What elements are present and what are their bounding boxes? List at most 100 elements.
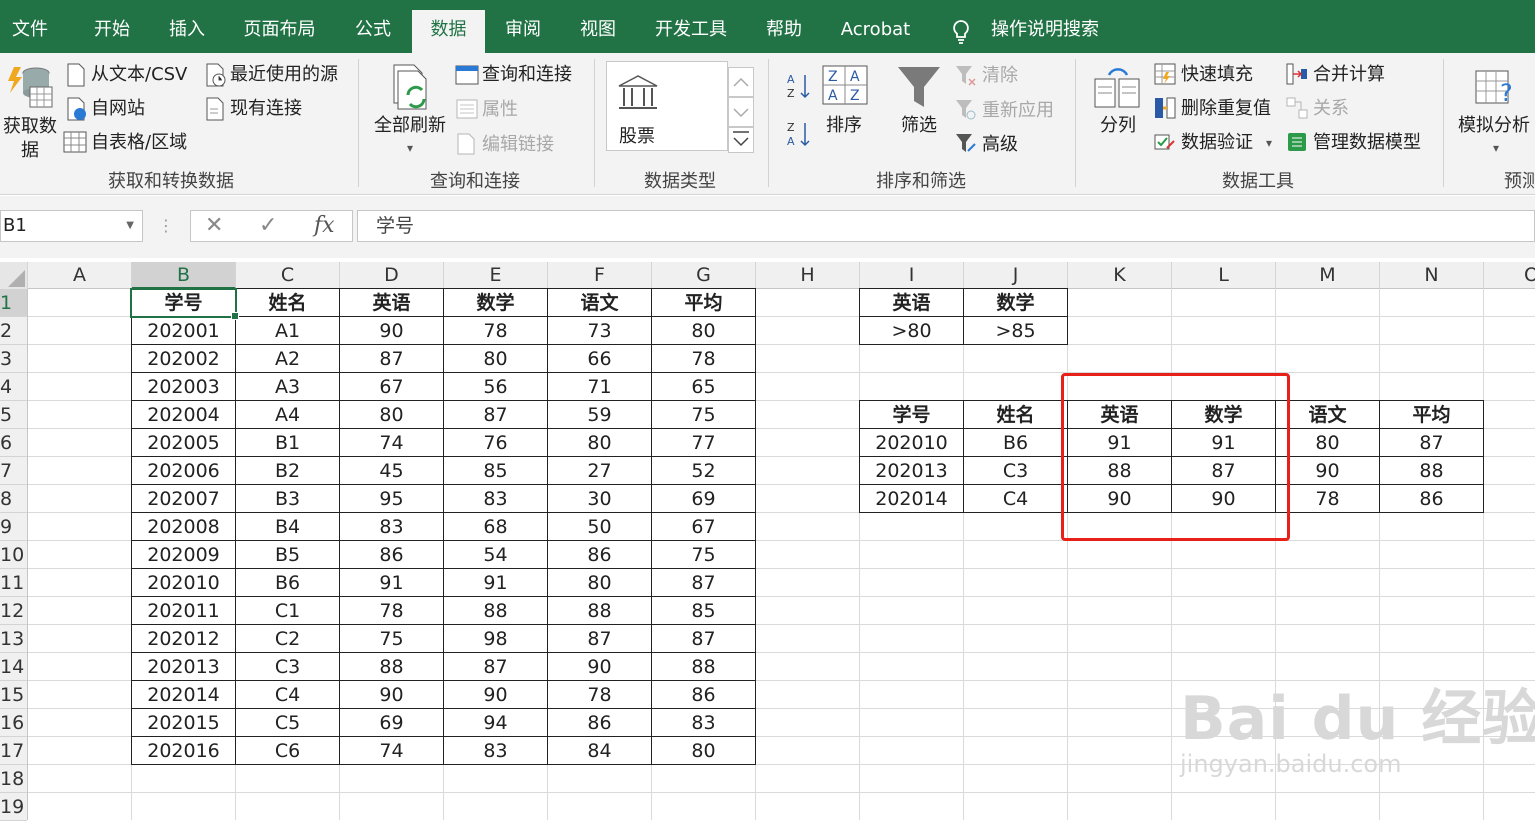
table-cell[interactable]: 78 <box>651 344 756 373</box>
table-cell[interactable]: C3 <box>963 456 1068 485</box>
table-cell[interactable]: 80 <box>547 428 652 457</box>
column-header[interactable]: E <box>444 262 548 289</box>
column-header[interactable]: N <box>1380 262 1484 289</box>
name-box[interactable]: B1 ▼ <box>0 210 143 242</box>
table-cell[interactable]: 86 <box>1379 484 1484 513</box>
header-cell[interactable]: 数学 <box>963 288 1068 317</box>
table-cell[interactable]: 84 <box>547 736 652 765</box>
row-header[interactable]: 12 <box>0 597 27 625</box>
row-header[interactable]: 19 <box>0 793 27 821</box>
row-header[interactable]: 14 <box>0 653 27 681</box>
header-cell[interactable]: 语文 <box>547 288 652 317</box>
table-cell[interactable]: 90 <box>547 652 652 681</box>
row-header[interactable]: 13 <box>0 625 27 653</box>
table-cell[interactable]: A4 <box>235 400 340 429</box>
table-cell[interactable]: 90 <box>1067 484 1172 513</box>
table-cell[interactable]: B3 <box>235 484 340 513</box>
table-cell[interactable]: 202001 <box>131 316 236 345</box>
table-cell[interactable]: 68 <box>443 512 548 541</box>
column-header[interactable]: D <box>340 262 444 289</box>
table-cell[interactable]: 87 <box>1379 428 1484 457</box>
table-cell[interactable]: 65 <box>651 372 756 401</box>
table-cell[interactable]: B4 <box>235 512 340 541</box>
table-cell[interactable]: C4 <box>235 680 340 709</box>
table-cell[interactable]: 88 <box>443 596 548 625</box>
tab-developer[interactable]: 开发工具 <box>642 10 740 53</box>
table-cell[interactable]: 75 <box>651 540 756 569</box>
table-cell[interactable]: C5 <box>235 708 340 737</box>
header-cell[interactable]: 语文 <box>1275 400 1380 429</box>
from-table-button[interactable]: 自表格/区域 <box>91 132 187 154</box>
table-cell[interactable]: 45 <box>339 456 444 485</box>
table-cell[interactable]: 202014 <box>859 484 964 513</box>
table-cell[interactable]: 202013 <box>131 652 236 681</box>
table-cell[interactable]: 90 <box>1275 456 1380 485</box>
manage-data-model-button[interactable]: 管理数据模型 <box>1313 132 1421 154</box>
row-header[interactable]: 11 <box>0 569 27 597</box>
table-cell[interactable]: 86 <box>547 540 652 569</box>
row-header[interactable]: 7 <box>0 457 27 485</box>
table-cell[interactable]: B6 <box>963 428 1068 457</box>
insert-function-icon[interactable]: fx <box>314 210 335 242</box>
table-cell[interactable]: 86 <box>651 680 756 709</box>
table-cell[interactable]: 75 <box>339 624 444 653</box>
row-header[interactable]: 9 <box>0 513 27 541</box>
table-cell[interactable]: C2 <box>235 624 340 653</box>
table-cell[interactable]: 80 <box>1275 428 1380 457</box>
formula-input[interactable]: 学号 <box>357 210 1535 242</box>
header-cell[interactable]: 姓名 <box>235 288 340 317</box>
tab-help[interactable]: 帮助 <box>752 10 816 53</box>
remove-duplicates-button[interactable]: 删除重复值 <box>1181 98 1271 120</box>
tab-formulas[interactable]: 公式 <box>340 10 406 53</box>
table-cell[interactable]: B1 <box>235 428 340 457</box>
table-cell[interactable]: 202010 <box>859 428 964 457</box>
table-cell[interactable]: 88 <box>339 652 444 681</box>
chevron-down-icon[interactable]: ▼ <box>126 211 134 241</box>
row-header[interactable]: 10 <box>0 541 27 569</box>
table-cell[interactable]: 56 <box>443 372 548 401</box>
table-cell[interactable]: 202009 <box>131 540 236 569</box>
queries-connections-button[interactable]: 查询和连接 <box>482 64 572 86</box>
header-cell[interactable]: 英语 <box>339 288 444 317</box>
column-header[interactable]: K <box>1068 262 1172 289</box>
scroll-down-button[interactable] <box>728 97 754 127</box>
table-cell[interactable]: 88 <box>1067 456 1172 485</box>
tab-page-layout[interactable]: 页面布局 <box>232 10 327 53</box>
table-cell[interactable]: 50 <box>547 512 652 541</box>
table-cell[interactable]: 54 <box>443 540 548 569</box>
row-header[interactable]: 18 <box>0 765 27 793</box>
table-cell[interactable]: 202005 <box>131 428 236 457</box>
table-cell[interactable]: 83 <box>443 736 548 765</box>
column-header[interactable]: G <box>652 262 756 289</box>
table-cell[interactable]: 75 <box>651 400 756 429</box>
tab-review[interactable]: 审阅 <box>490 10 556 53</box>
row-header[interactable]: 8 <box>0 485 27 513</box>
scroll-up-button[interactable] <box>728 67 754 97</box>
existing-connections-button[interactable]: 现有连接 <box>230 98 302 120</box>
header-cell[interactable]: 英语 <box>1067 400 1172 429</box>
column-header[interactable]: F <box>548 262 652 289</box>
gallery-more-button[interactable] <box>728 127 754 153</box>
enter-icon[interactable]: ✓ <box>259 210 277 242</box>
row-header[interactable]: 15 <box>0 681 27 709</box>
table-cell[interactable]: 83 <box>651 708 756 737</box>
table-cell[interactable]: 202004 <box>131 400 236 429</box>
select-all-button[interactable] <box>0 262 28 289</box>
table-cell[interactable]: 69 <box>339 708 444 737</box>
row-header[interactable]: 17 <box>0 737 27 765</box>
table-cell[interactable]: 87 <box>547 624 652 653</box>
table-cell[interactable]: 91 <box>339 568 444 597</box>
table-cell[interactable]: 202012 <box>131 624 236 653</box>
table-cell[interactable]: C4 <box>963 484 1068 513</box>
table-cell[interactable]: 87 <box>1171 456 1276 485</box>
table-cell[interactable]: 88 <box>547 596 652 625</box>
table-cell[interactable]: 78 <box>1275 484 1380 513</box>
table-cell[interactable]: 87 <box>339 344 444 373</box>
table-cell[interactable]: 80 <box>547 568 652 597</box>
row-header[interactable]: 3 <box>0 345 27 373</box>
column-header[interactable]: L <box>1172 262 1276 289</box>
table-cell[interactable]: C1 <box>235 596 340 625</box>
table-cell[interactable]: 78 <box>547 680 652 709</box>
table-cell[interactable]: B5 <box>235 540 340 569</box>
table-cell[interactable]: A1 <box>235 316 340 345</box>
